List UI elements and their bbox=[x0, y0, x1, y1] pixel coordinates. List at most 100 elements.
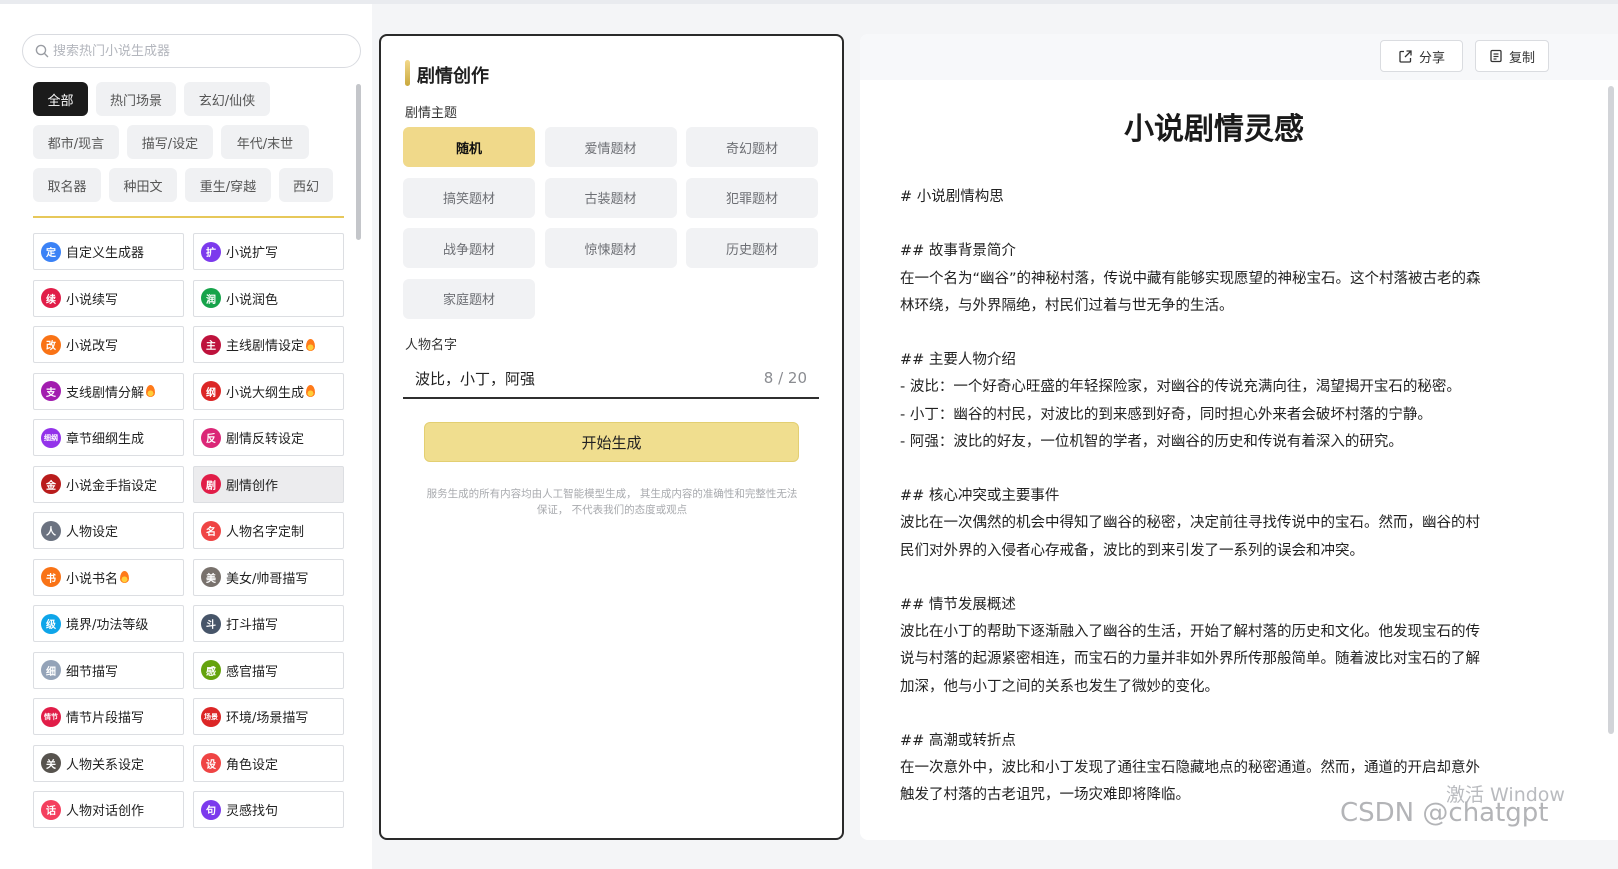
tool-item[interactable]: 剧剧情创作 bbox=[193, 465, 344, 503]
tool-item[interactable]: 定自定义生成器 bbox=[33, 233, 184, 270]
tool-item[interactable]: 续小说续写 bbox=[33, 279, 184, 317]
tool-item[interactable]: 改小说改写 bbox=[33, 326, 184, 363]
tool-item[interactable]: 人人物设定 bbox=[33, 512, 184, 549]
sidebar-scrollbar[interactable] bbox=[356, 84, 361, 240]
tool-label: 角色设定 bbox=[226, 757, 279, 773]
result-content: # 小说剧情构思 ## 故事背景简介 在一个名为“幽谷”的神秘村落，传说中藏有能够实… bbox=[900, 184, 1530, 810]
theme-option[interactable]: 古装题材 bbox=[544, 177, 677, 218]
tool-item[interactable]: 润小说润色 bbox=[193, 279, 344, 317]
theme-option[interactable]: 战争题材 bbox=[403, 228, 535, 268]
fire-icon bbox=[306, 385, 316, 397]
tool-item[interactable]: 关人物关系设定 bbox=[33, 744, 184, 782]
character-name-field[interactable]: 8 / 20 bbox=[403, 359, 819, 399]
share-button[interactable]: 分享 bbox=[1380, 40, 1463, 72]
continue-icon: 续 bbox=[41, 288, 61, 308]
tool-label: 支线剧情分解 bbox=[66, 385, 145, 401]
tool-label: 境界/功法等级 bbox=[66, 618, 149, 633]
copy-button[interactable]: 复制 bbox=[1475, 40, 1549, 72]
tool-item[interactable]: 感感官描写 bbox=[193, 651, 344, 689]
custom-icon: 定 bbox=[41, 241, 61, 262]
tool-item[interactable]: 扩小说扩写 bbox=[193, 233, 344, 270]
level-icon: 级 bbox=[41, 613, 61, 634]
share-icon bbox=[1399, 49, 1412, 63]
copy-label: 复制 bbox=[1508, 50, 1535, 66]
category-naming[interactable]: 取名器 bbox=[33, 168, 101, 202]
tool-item[interactable]: 场景 环境/场景描写 bbox=[193, 698, 344, 735]
polish-icon: 润 bbox=[201, 288, 221, 308]
tool-item[interactable]: 支支线剧情分解 bbox=[33, 372, 184, 410]
tool-label: 人物设定 bbox=[66, 525, 119, 540]
search-input[interactable] bbox=[53, 43, 343, 59]
generate-button[interactable]: 开始生成 bbox=[424, 422, 799, 462]
theme-option[interactable]: 随机 bbox=[403, 127, 535, 167]
tool-label: 细节描写 bbox=[66, 664, 119, 680]
tool-item[interactable]: 斗打斗描写 bbox=[193, 605, 344, 642]
tool-label: 人物对话创作 bbox=[66, 804, 145, 819]
copy-icon bbox=[1490, 49, 1502, 63]
tool-label: 美女/帅哥描写 bbox=[226, 571, 309, 587]
portrait-icon: 美 bbox=[201, 567, 221, 587]
twist-icon: 反 bbox=[201, 427, 221, 448]
tool-item[interactable]: 美美女/帅哥描写 bbox=[193, 558, 344, 596]
content-line: 在一个名为“幽谷”的神秘村落，传说中藏有能够实现愿望的神秘宝石。这个村落被古老的… bbox=[900, 270, 1481, 287]
tool-item[interactable]: 级境界/功法等级 bbox=[33, 605, 184, 642]
search-box[interactable] bbox=[22, 34, 361, 68]
tool-item[interactable]: 反剧情反转设定 bbox=[193, 419, 344, 456]
category-all[interactable]: 全部 bbox=[33, 82, 88, 116]
name-label: 人物名字 bbox=[405, 338, 458, 353]
tool-label: 主线剧情设定 bbox=[226, 339, 305, 354]
content-line: 在一次意外中，波比和小丁发现了通往宝石隐藏地点的秘密通道。然而，通道的开启却意外 bbox=[900, 760, 1480, 777]
category-description[interactable]: 描写/设定 bbox=[127, 125, 213, 159]
section-heading: # 小说剧情构思 bbox=[900, 189, 1004, 205]
tool-item[interactable]: 名人物名字定制 bbox=[193, 512, 344, 549]
tool-label: 剧情创作 bbox=[226, 478, 279, 494]
tool-item[interactable]: 话人物对话创作 bbox=[33, 791, 184, 828]
content-line: 说与村落的起源紧密相连，而宝石的力量并非如外界所传那般简单。随着波比对宝石的了解 bbox=[900, 651, 1480, 668]
book-title-icon: 书 bbox=[41, 567, 61, 587]
category-rebirth[interactable]: 重生/穿越 bbox=[185, 168, 271, 202]
tool-item[interactable]: 细细节描写 bbox=[33, 651, 184, 689]
fire-icon bbox=[120, 571, 130, 583]
fire-icon bbox=[306, 338, 316, 351]
tool-label: 章节细纲生成 bbox=[66, 432, 145, 447]
tool-item[interactable]: 主主线剧情设定 bbox=[193, 326, 344, 363]
category-divider bbox=[33, 216, 344, 218]
category-urban[interactable]: 都市/现言 bbox=[33, 125, 119, 159]
senses-icon: 感 bbox=[201, 660, 221, 680]
theme-option[interactable]: 犯罪题材 bbox=[686, 177, 818, 218]
theme-option[interactable]: 惊悚题材 bbox=[544, 228, 677, 268]
theme-option[interactable]: 搞笑题材 bbox=[403, 177, 535, 218]
theme-option[interactable]: 奇幻题材 bbox=[686, 127, 818, 167]
tool-item[interactable]: 书小说书名 bbox=[33, 558, 184, 596]
category-fantasy[interactable]: 玄幻/仙侠 bbox=[184, 82, 270, 116]
category-era[interactable]: 年代/末世 bbox=[221, 125, 309, 159]
tool-label: 自定义生成器 bbox=[66, 246, 145, 261]
category-farming[interactable]: 种田文 bbox=[109, 168, 177, 202]
tool-item[interactable]: 细纲 章节细纲生成 bbox=[33, 419, 184, 456]
tool-label: 小说书名 bbox=[66, 571, 119, 587]
tool-item[interactable]: 情节 情节片段描写 bbox=[33, 698, 184, 735]
section-heading: ## 情节发展概述 bbox=[900, 596, 1016, 613]
category-hot-scenes[interactable]: 热门场景 bbox=[96, 82, 176, 116]
character-name-input[interactable] bbox=[415, 369, 764, 387]
category-western-fantasy[interactable]: 西幻 bbox=[279, 168, 333, 202]
tool-item[interactable]: 句灵感找句 bbox=[193, 791, 344, 828]
tool-item[interactable]: 金小说金手指设定 bbox=[33, 465, 184, 503]
disclaimer-line-1: 服务生成的所有内容均由人工智能模型生成， 其生成内容的准确性和完整性无法 bbox=[426, 488, 798, 500]
theme-option[interactable]: 爱情题材 bbox=[544, 127, 677, 167]
section-heading: ## 高潮或转折点 bbox=[900, 732, 1016, 749]
plot-form-panel: 剧情创作 剧情主题 随机 爱情题材 奇幻题材 搞笑题材 古装题材 犯罪题材 战争题材 惊悚题材… bbox=[379, 34, 844, 840]
tool-item[interactable]: 设角色设定 bbox=[193, 744, 344, 782]
result-scrollbar[interactable] bbox=[1608, 86, 1614, 734]
content-line: 林环绕，与外界隔绝，村民们过着与世无争的生活。 bbox=[900, 297, 1234, 314]
theme-option[interactable]: 历史题材 bbox=[686, 228, 818, 268]
theme-label: 剧情主题 bbox=[405, 106, 458, 121]
share-label: 分享 bbox=[1418, 50, 1445, 66]
tool-label: 人物名字定制 bbox=[226, 525, 305, 540]
tool-item[interactable]: 纲小说大纲生成 bbox=[193, 372, 344, 410]
expand-icon: 扩 bbox=[201, 241, 221, 262]
theme-option[interactable]: 家庭题材 bbox=[403, 278, 535, 319]
